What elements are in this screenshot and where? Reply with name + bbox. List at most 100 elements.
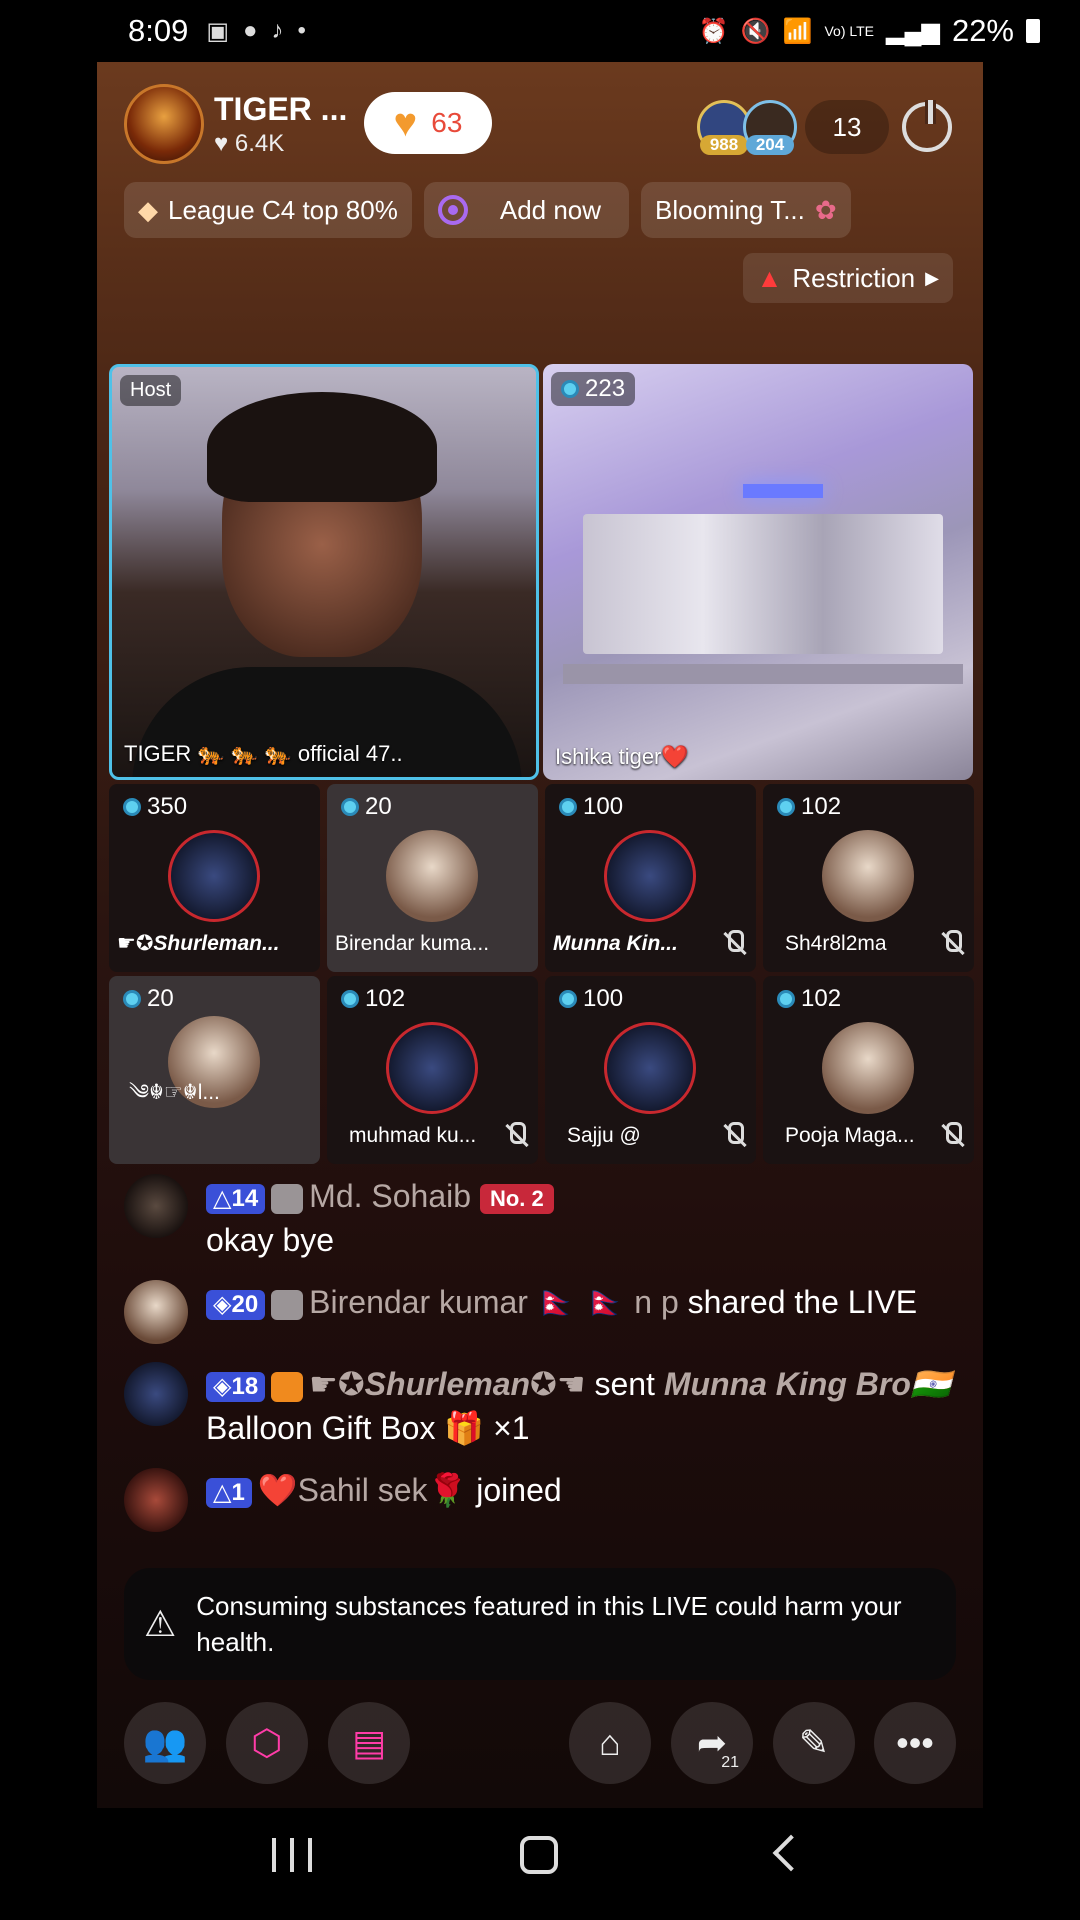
seat-score: 102: [331, 982, 415, 1016]
add-now-button[interactable]: Add now: [423, 182, 630, 238]
network-label: Vo) LTE: [824, 23, 875, 39]
chat-avatar[interactable]: [124, 1280, 188, 1344]
chat-body: △ 14 Md. Sohaib No. 2 okay bye: [206, 1174, 554, 1262]
seat-name: ༄☬☞☬l...: [129, 1081, 220, 1104]
magic-wand-icon[interactable]: ✎: [773, 1702, 855, 1784]
video-frame: [743, 484, 823, 498]
seat-score: 350: [113, 790, 197, 824]
restriction-button[interactable]: ▲ Restriction ▶: [742, 253, 953, 303]
seat-score: 20: [113, 982, 184, 1016]
guest-score-value: 223: [585, 375, 626, 402]
seat-tile[interactable]: 102 Sh4r8l2ma: [763, 784, 974, 972]
rank-badge: No. 2: [479, 1183, 554, 1214]
badge-row: ◆ League C4 top 80% Add now Blooming T..…: [124, 182, 851, 238]
fan-badge: [271, 1183, 304, 1214]
shopping-bag-icon[interactable]: ⌂: [569, 1702, 651, 1784]
seat-score-value: 102: [801, 985, 842, 1012]
level-badge: △ 1: [206, 1477, 252, 1508]
hearts-button[interactable]: ♥ 63: [364, 92, 492, 154]
target-icon: [437, 195, 468, 225]
host-video-tile[interactable]: Host TIGER 🐅 🐅 🐅 official 47..: [109, 364, 539, 780]
chat-body: △ 1 ❤️Sahil sek🌹 joined: [206, 1468, 562, 1532]
video-frame: [207, 392, 437, 502]
book-icon[interactable]: ▤: [328, 1702, 410, 1784]
live-room: TIGER ... ♥ 6.4K ♥ 63 988 204 13 ◆ Leagu…: [97, 62, 983, 1808]
league-badge[interactable]: ◆ League C4 top 80%: [124, 182, 412, 238]
chat-message[interactable]: △ 14 Md. Sohaib No. 2 okay bye: [124, 1174, 954, 1262]
clock: 8:09: [128, 13, 189, 48]
warning-triangle-icon: ⚠: [144, 1603, 177, 1644]
seat-name: Pooja Maga...: [785, 1124, 915, 1147]
chat-message[interactable]: △ 1 ❤️Sahil sek🌹 joined: [124, 1468, 954, 1532]
host-likes: ♥ 6.4K: [214, 129, 285, 157]
seat-score-value: 20: [365, 793, 392, 820]
coin-icon: [123, 990, 141, 1008]
host-tag: Host: [120, 375, 182, 406]
back-icon[interactable]: [772, 1834, 810, 1872]
video-frame: [563, 664, 963, 684]
chevron-right-icon: ▶: [925, 267, 939, 288]
mic-muted-icon: [938, 930, 964, 956]
viewer-count[interactable]: 13: [805, 100, 889, 154]
host-profile[interactable]: TIGER ... ♥ 6.4K: [124, 84, 347, 164]
seat-avatar: [604, 830, 696, 922]
mic-muted-icon: [938, 1122, 964, 1148]
mic-muted-icon: [720, 930, 746, 956]
level-badge: △ 14: [206, 1183, 266, 1214]
chat-avatar[interactable]: [124, 1468, 188, 1532]
power-icon[interactable]: [902, 100, 952, 152]
seat-score-value: 102: [801, 793, 842, 820]
cube-icon[interactable]: ⬡: [226, 1702, 308, 1784]
seat-score: 20: [331, 790, 402, 824]
seat-tile[interactable]: 102 Pooja Maga...: [763, 976, 974, 1164]
level-badge: ◈ 18: [206, 1371, 266, 1402]
seat-tile[interactable]: 350 ☛✪Shurleman...: [109, 784, 320, 972]
add-now-label: Add now: [499, 194, 602, 225]
seat-tile[interactable]: 20 ༄☬☞☬l...: [109, 976, 320, 1164]
chat-username: ❤️Sahil sek🌹: [257, 1472, 468, 1508]
seat-name: Birendar kuma...: [335, 932, 490, 955]
top-viewers[interactable]: 988 204 13: [697, 100, 889, 155]
seat-tile[interactable]: 100 Munna Kin...: [545, 784, 756, 972]
level-badge: ◈ 20: [206, 1289, 266, 1320]
chat-avatar[interactable]: [124, 1174, 188, 1238]
home-icon[interactable]: [520, 1836, 558, 1874]
health-warning-banner: ⚠ Consuming substances featured in this …: [124, 1568, 956, 1680]
chat-text: shared the LIVE: [687, 1284, 918, 1320]
chat-message[interactable]: ◈ 20 Birendar kumar 🇳🇵 🇳🇵 n p shared the …: [124, 1280, 954, 1344]
more-icon[interactable]: •••: [874, 1702, 956, 1784]
host-avatar[interactable]: [124, 84, 204, 164]
blooming-badge[interactable]: Blooming T... ✿: [641, 182, 851, 238]
heart-icon: ♥: [393, 101, 418, 145]
chat-body: ◈ 20 Birendar kumar 🇳🇵 🇳🇵 n p shared the …: [206, 1280, 917, 1344]
battery-level: 22%: [951, 13, 1014, 48]
recent-apps-icon[interactable]: [272, 1838, 312, 1872]
diamond-icon: ◆: [138, 194, 158, 225]
seat-avatar: [822, 1022, 914, 1114]
seat-tile[interactable]: 100 Sajju @: [545, 976, 756, 1164]
level-value: 14: [231, 1184, 259, 1212]
fan-badge: [271, 1289, 304, 1320]
warning-icon: ▲: [756, 262, 783, 293]
seat-tile[interactable]: 102 muhmad ku...: [327, 976, 538, 1164]
share-icon[interactable]: ➦ 21: [671, 1702, 753, 1784]
chat-username: ☛✪Shurleman✪☚: [309, 1366, 586, 1402]
viewer-avatar[interactable]: 204: [743, 100, 797, 155]
mic-muted-icon: [720, 1122, 746, 1148]
people-icon[interactable]: 👥: [124, 1702, 206, 1784]
share-count: 21: [721, 1754, 739, 1771]
seat-score-value: 20: [147, 985, 174, 1012]
chat-message[interactable]: ◈ 18 ☛✪Shurleman✪☚ sent Munna King Bro🇮🇳 …: [124, 1362, 954, 1450]
guest-score: 223: [551, 372, 636, 406]
seat-tile[interactable]: 20 Birendar kuma...: [327, 784, 538, 972]
guest-video-tile[interactable]: 223 Ishika tiger❤️: [543, 364, 973, 780]
blooming-label: Blooming T...: [655, 194, 805, 225]
seat-name: Munna Kin...: [553, 932, 678, 955]
coin-icon: [777, 990, 795, 1008]
chat-avatar[interactable]: [124, 1362, 188, 1426]
mute-icon: 🔇: [740, 17, 771, 45]
coin-icon: [123, 798, 141, 816]
seat-score: 100: [549, 790, 633, 824]
tiktok-icon: ♪: [271, 17, 284, 44]
league-label: League C4 top 80%: [168, 194, 398, 225]
